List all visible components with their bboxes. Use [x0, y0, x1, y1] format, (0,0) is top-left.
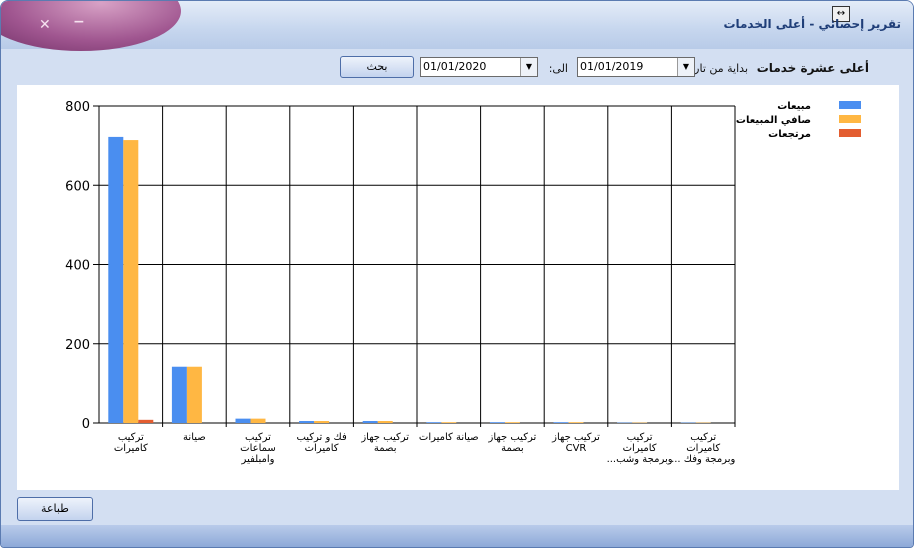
x-tick-label: تركيب: [690, 432, 716, 443]
legend-swatch: [839, 115, 861, 123]
x-tick-label: تركيب جهاز: [488, 432, 537, 443]
bar: [377, 421, 393, 423]
x-tick-label: تركيب جهاز: [551, 432, 600, 443]
app-orb[interactable]: [1, 1, 181, 51]
bar: [171, 366, 187, 423]
bar: [299, 421, 315, 423]
y-tick-label: 400: [65, 259, 90, 274]
x-tick-label: كاميرات: [114, 443, 148, 454]
x-tick-label: تركيب: [627, 432, 653, 443]
bar: [362, 421, 378, 423]
to-date-picker[interactable]: 01/01/2020 ▼: [420, 57, 538, 77]
chart-panel: 0 200 400 600 800 تركيب كاميرات صيانة تركيب سماعا…: [17, 85, 899, 490]
bar: [504, 422, 520, 423]
bar: [250, 418, 266, 423]
x-tick-label: تركيب: [245, 432, 271, 443]
minimize-icon[interactable]: −: [73, 14, 85, 30]
to-date-value: 01/01/2020: [423, 60, 487, 73]
y-tick-label: 800: [65, 100, 90, 115]
x-tick-label: كاميرات: [305, 443, 339, 454]
x-tick-label: فك و تركيب: [296, 432, 347, 443]
y-tick-label: 0: [82, 417, 90, 432]
status-bar: [1, 525, 913, 547]
title-bar: ✕ − ↔ تقرير إحصائي - أعلى الخدمات: [1, 1, 913, 51]
bar: [441, 422, 457, 423]
bar: [553, 422, 569, 423]
chevron-down-icon[interactable]: ▼: [520, 58, 537, 76]
x-tick-label: كاميرات: [686, 443, 720, 454]
print-button[interactable]: طباعة: [17, 497, 93, 521]
x-tick-label: تركيب جهاز: [360, 432, 409, 443]
x-tick-label: كاميرات: [623, 443, 657, 454]
bar: [568, 422, 584, 423]
report-heading: أعلى عشرة خدمات: [756, 61, 869, 75]
x-tick-label: CVR: [566, 443, 587, 454]
bar: [235, 418, 251, 423]
x-tick-label: صيانة كاميرات: [419, 432, 479, 443]
to-date-label: الى:: [548, 62, 568, 75]
bar: [186, 366, 202, 423]
bar: [123, 140, 139, 423]
bar-chart: 0200400600800تركيبكاميراتصيانة تركيبسماعا…: [65, 100, 861, 465]
y-tick-label: 200: [65, 338, 90, 353]
from-date-picker[interactable]: 01/01/2019 ▼: [577, 57, 695, 77]
x-tick-label: صيانة: [183, 432, 206, 443]
x-tick-label: وبرمجة وفك ...: [671, 454, 735, 465]
legend-label: مرتجعات: [768, 129, 811, 140]
legend-swatch: [839, 101, 861, 109]
x-tick-label: وبرمجة وشب...: [607, 454, 673, 465]
legend-label: مبيعات: [777, 101, 811, 112]
bar: [108, 136, 124, 423]
bar: [426, 422, 442, 423]
x-tick-label: سماعات: [240, 443, 276, 454]
bar: [138, 419, 154, 423]
x-tick-label: تركيب: [118, 432, 144, 443]
filter-toolbar: أعلى عشرة خدمات بداية من تاريخ: 01/01/20…: [1, 49, 913, 83]
search-button[interactable]: بحث: [340, 56, 414, 78]
bar: [314, 421, 330, 423]
from-date-value: 01/01/2019: [580, 60, 644, 73]
chevron-down-icon[interactable]: ▼: [677, 58, 694, 76]
y-tick-label: 600: [65, 179, 90, 194]
bar: [489, 422, 505, 423]
x-tick-label: بصمة: [501, 443, 524, 454]
legend-label: صافي المبيعات: [736, 115, 811, 126]
legend-swatch: [839, 129, 861, 137]
report-window: ✕ − ↔ تقرير إحصائي - أعلى الخدمات أعلى ع…: [0, 0, 914, 548]
window-title: تقرير إحصائي - أعلى الخدمات: [723, 17, 901, 31]
close-icon[interactable]: ✕: [39, 17, 51, 33]
x-tick-label: بصمة: [374, 443, 397, 454]
x-tick-label: وامبلفير: [241, 454, 275, 465]
